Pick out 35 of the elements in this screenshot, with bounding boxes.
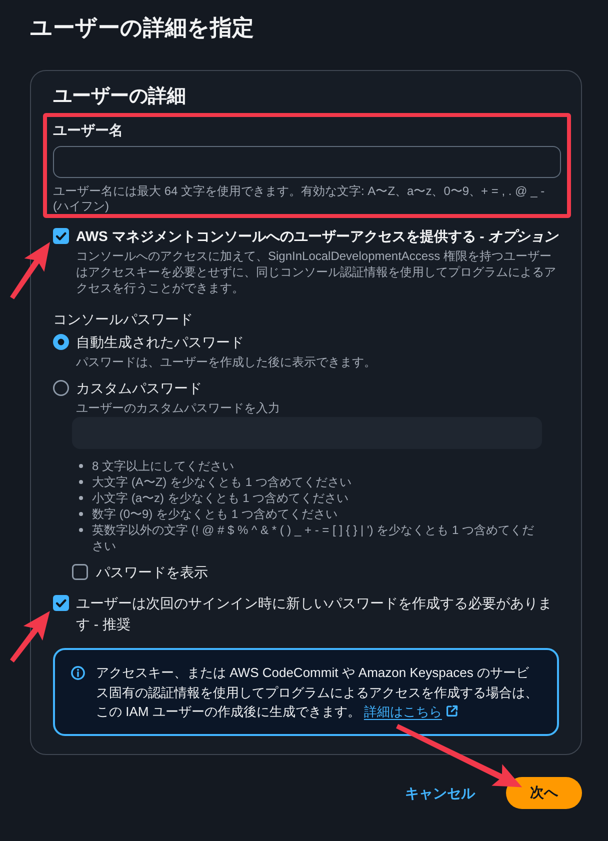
requirement-text: 英数字以外の文字 (! @ # $ % ^ & * ( ) _ + - = [ ] { } | ') を少なくとも 1 つ含めてください <box>92 522 535 554</box>
checkbox[interactable] <box>53 595 69 611</box>
field-label: ユーザー名 <box>53 121 124 140</box>
checkbox-label: AWS マネジメントコンソールへのユーザーアクセスを提供する - オプション <box>76 228 558 244</box>
bullet-icon <box>79 528 83 532</box>
next-button[interactable]: 次へ <box>506 776 582 808</box>
external-link-icon <box>446 705 458 717</box>
checkbox[interactable] <box>53 228 69 244</box>
checkbox-label: ユーザーは次回のサインイン時に新しいパスワードを作成する必要があります - 推奨 <box>76 594 553 634</box>
description-text: パスワードは、ユーザーを作成した後に表示できます。 <box>76 354 377 370</box>
hint-text: ユーザー名には最大 64 文字を使用できます。有効な文字: A〜Z、a〜z、0〜9、+ = , . @ _ - (ハイフン) <box>53 184 546 214</box>
username-input[interactable] <box>53 146 561 178</box>
cancel-link[interactable]: キャンセル <box>405 782 475 802</box>
description-text: コンソールへのアクセスに加えて、SignInLocalDevelopmentAccess 権限を持つユーザーはアクセスキーを必要とせずに、同じコンソール認証情報を使用してプログラムによるアクセスを行うことができます。 <box>76 248 557 296</box>
learn-more-link[interactable]: 詳細はこちら <box>364 704 458 719</box>
radio-button[interactable] <box>53 334 69 350</box>
info-text: アクセスキー、または AWS CodeCommit や Amazon Keyspaces のサービス固有の認証情報を使用してプログラムによるアクセスを作成する場合は、この IAM ユーザーの作成後に生成できます。 詳細はこちら <box>96 664 539 721</box>
bullet-icon <box>79 512 83 516</box>
section-label: コンソールパスワード <box>53 310 194 329</box>
requirement-text: 数字 (0〜9) を少なくとも 1 つ含めてください <box>92 506 338 522</box>
requirement-text: 小文字 (a〜z) を少なくとも 1 つ含めてください <box>92 490 349 506</box>
radio-label: カスタムパスワード <box>76 380 202 396</box>
requirement-text: 大文字 (A〜Z) を少なくとも 1 つ含めてください <box>92 474 352 490</box>
bullet-icon <box>79 464 83 468</box>
bullet-icon <box>79 480 83 484</box>
description-text: ユーザーのカスタムパスワードを入力 <box>76 400 281 416</box>
section-heading: ユーザーの詳細 <box>53 84 187 109</box>
checkbox-label: パスワードを表示 <box>96 563 208 582</box>
info-icon <box>71 666 85 680</box>
requirement-text: 8 文字以上にしてください <box>92 458 234 474</box>
radio-button[interactable] <box>53 380 69 396</box>
page-title: ユーザーの詳細を指定 <box>30 14 255 42</box>
radio-label: 自動生成されたパスワード <box>76 334 244 350</box>
checkbox[interactable] <box>72 564 88 580</box>
bullet-icon <box>79 496 83 500</box>
